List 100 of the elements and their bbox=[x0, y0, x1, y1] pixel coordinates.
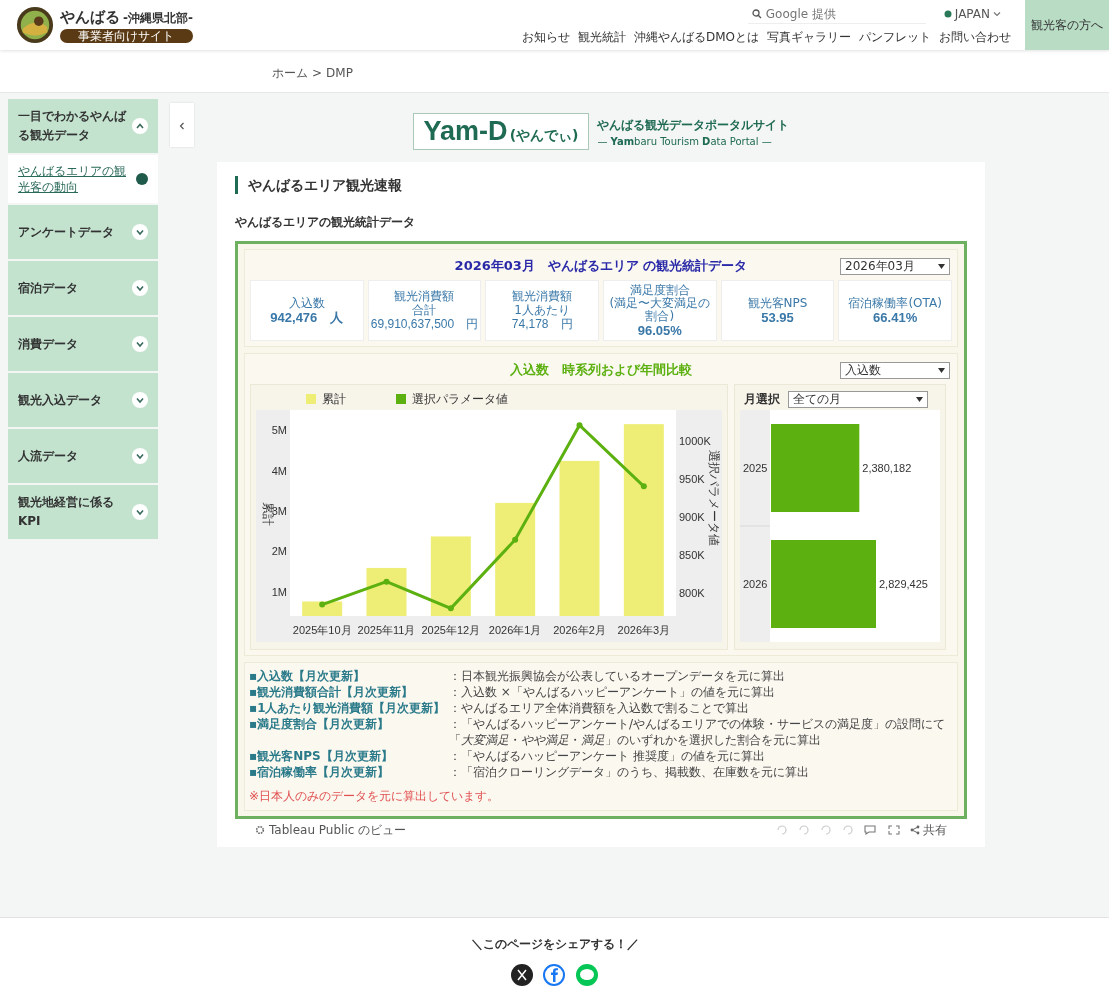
portal-logo[interactable]: Yam-D(やんでぃ) bbox=[412, 113, 590, 150]
kpi-value: 96.05% bbox=[637, 323, 682, 338]
legend-item: 選択パラメータ値 bbox=[396, 390, 508, 408]
portal-title: やんばる観光データポータルサイト bbox=[597, 116, 790, 134]
nav-link[interactable]: 観光統計 bbox=[577, 28, 626, 46]
caret-icon[interactable] bbox=[993, 11, 1001, 17]
tick-label: 1000K bbox=[679, 434, 711, 447]
sidebar-label: 宿泊データ bbox=[18, 279, 79, 297]
tableau-link[interactable]: Tableau Public のビュー bbox=[269, 821, 407, 839]
point bbox=[319, 601, 326, 608]
line-share-icon[interactable] bbox=[574, 962, 599, 987]
share-button[interactable]: 共有 bbox=[923, 821, 947, 839]
audience-badge: 事業者向けサイト bbox=[60, 28, 193, 43]
tick-label: 1M bbox=[271, 585, 287, 598]
axis-title: 選択パラメータ値 bbox=[707, 450, 721, 546]
period-dropdown[interactable]: 2026年03月 bbox=[840, 257, 950, 275]
metric-dropdown[interactable]: 入込数 bbox=[840, 361, 950, 379]
sidebar-item[interactable]: 宿泊データ bbox=[8, 261, 158, 315]
sidebar-item[interactable]: 観光入込データ bbox=[8, 373, 158, 427]
toolbar-icon[interactable] bbox=[798, 825, 810, 835]
nav-link[interactable]: お知らせ bbox=[521, 28, 570, 46]
note-label: ▪観光消費額合計【月次更新】 bbox=[249, 685, 414, 699]
visitor-button[interactable]: 観光客の方へ bbox=[1025, 0, 1109, 50]
month-label: 月選択 bbox=[743, 390, 780, 408]
nav-link[interactable]: パンフレット bbox=[859, 28, 931, 46]
data-label: 2,829,425 bbox=[879, 578, 928, 590]
kpi-label: 合計 bbox=[412, 303, 437, 317]
fullscreen-icon[interactable] bbox=[888, 825, 900, 835]
category-label: 2026年1月 bbox=[488, 624, 542, 636]
facebook-share-icon[interactable] bbox=[542, 963, 565, 986]
comment-icon[interactable] bbox=[864, 825, 878, 835]
sidebar-label: アンケートデータ bbox=[18, 223, 115, 241]
sidebar-label: 人流データ bbox=[18, 447, 79, 465]
toolbar-icon[interactable] bbox=[820, 825, 832, 835]
current-dot-icon bbox=[136, 173, 148, 185]
note-text: 「大変満足・やや満足・満足」のいずれかを選択した割合を元に算出 bbox=[449, 732, 822, 748]
point bbox=[383, 578, 390, 585]
gear-icon bbox=[255, 825, 265, 835]
category-label: 2026年2月 bbox=[553, 624, 606, 636]
toolbar-icon[interactable] bbox=[842, 825, 854, 835]
breadcrumb-link[interactable]: DMP bbox=[326, 66, 353, 80]
logo-icon[interactable] bbox=[16, 6, 54, 44]
note-label: ▪入込数【月次更新】 bbox=[249, 669, 366, 683]
category-label: 2025年10月 bbox=[292, 624, 352, 636]
sidebar-item[interactable]: 一目でわかるやんばる観光データ bbox=[8, 99, 158, 153]
sidebar-item[interactable]: アンケートデータ bbox=[8, 205, 158, 259]
nav-link[interactable]: 沖縄やんばるDMOとは bbox=[633, 28, 759, 46]
toolbar-icon[interactable] bbox=[776, 825, 788, 835]
nav-link[interactable]: お問い合わせ bbox=[939, 28, 1011, 46]
warning-text: ※日本人のみのデータを元に算出しています。 bbox=[249, 788, 501, 805]
breadcrumb-link[interactable]: ホーム bbox=[272, 64, 308, 82]
kpi-value: 66.41% bbox=[873, 310, 918, 325]
sidebar-item[interactable]: 観光地経営に係るKPI bbox=[8, 485, 158, 539]
caret-icon bbox=[938, 263, 945, 269]
tick-label: 2M bbox=[271, 545, 287, 558]
kpi-value: 74,178 円 bbox=[511, 317, 573, 332]
note-text: ：「やんばるハッピーアンケート/やんばるエリアでの体験・サービスの満足度」の設問にて bbox=[449, 716, 947, 732]
legend-item: 累計 bbox=[306, 390, 346, 408]
point bbox=[447, 605, 454, 612]
search-icon bbox=[751, 8, 762, 19]
kpi-note: (満足〜大変満足の割合) bbox=[608, 297, 712, 323]
point bbox=[576, 422, 583, 429]
site-region: -沖縄県北部- bbox=[123, 9, 193, 27]
x-share-icon[interactable] bbox=[510, 963, 533, 986]
sidebar-item[interactable]: 消費データ bbox=[8, 317, 158, 371]
share-heading: ＼このページをシェアする！／ bbox=[470, 935, 639, 953]
point bbox=[640, 483, 647, 490]
chevron-left-icon bbox=[179, 121, 185, 130]
note-text: ：入込数 ×「やんばるハッピーアンケート」の値を元に算出 bbox=[449, 684, 776, 700]
category-label: 2025年11月 bbox=[357, 624, 416, 636]
chart-title: 入込数 時系列および年間比較 bbox=[510, 361, 692, 379]
share-icon[interactable] bbox=[910, 825, 920, 835]
nav-link[interactable]: 写真ギャラリー bbox=[767, 28, 851, 46]
note-label: ▪観光客NPS【月次更新】 bbox=[249, 749, 393, 763]
tick-label: 850K bbox=[679, 548, 705, 561]
tick-label: 950K bbox=[679, 472, 705, 485]
section-heading: やんばるエリア観光速報 bbox=[235, 176, 967, 194]
bar bbox=[302, 601, 343, 616]
point bbox=[512, 536, 519, 543]
note-text: ：「宿泊クローリングデータ」のうち、掲載数、在庫数を元に算出 bbox=[449, 764, 810, 780]
portal-subtitle: — Yambaru Tourism Data Portal — bbox=[597, 135, 773, 147]
note-text: ：日本観光振興協会が公表しているオープンデータを元に算出 bbox=[449, 668, 786, 684]
kpi-label: 観光消費額 bbox=[512, 289, 573, 303]
sidebar-item[interactable]: 人流データ bbox=[8, 429, 158, 483]
site-name: やんばる bbox=[60, 7, 120, 27]
language-selector[interactable]: JAPAN bbox=[954, 7, 990, 21]
tick-label: 5M bbox=[271, 424, 287, 437]
month-dropdown[interactable]: 全ての月 bbox=[788, 390, 928, 408]
sidebar-label: 消費データ bbox=[18, 335, 79, 353]
category-label: 2025年12月 bbox=[421, 624, 481, 636]
tick-label: 4M bbox=[271, 464, 287, 477]
section-subheading: やんばるエリアの観光統計データ bbox=[235, 214, 416, 231]
kpi-label: 入込数 bbox=[288, 296, 325, 310]
sidebar-label: 観光入込データ bbox=[18, 391, 103, 409]
note-label: ▪1人あたり観光消費額【月次更新】 bbox=[249, 701, 446, 715]
breadcrumb-separator: > bbox=[312, 66, 323, 80]
sidebar-label: 一目でわかるやんばる観光データ bbox=[18, 108, 128, 144]
kpi-label: 満足度割合 bbox=[629, 283, 690, 297]
dashboard-title: 2026年03月 やんばるエリア の観光統計データ bbox=[454, 257, 748, 275]
note-label: ▪宿泊稼働率【月次更新】 bbox=[249, 765, 390, 779]
